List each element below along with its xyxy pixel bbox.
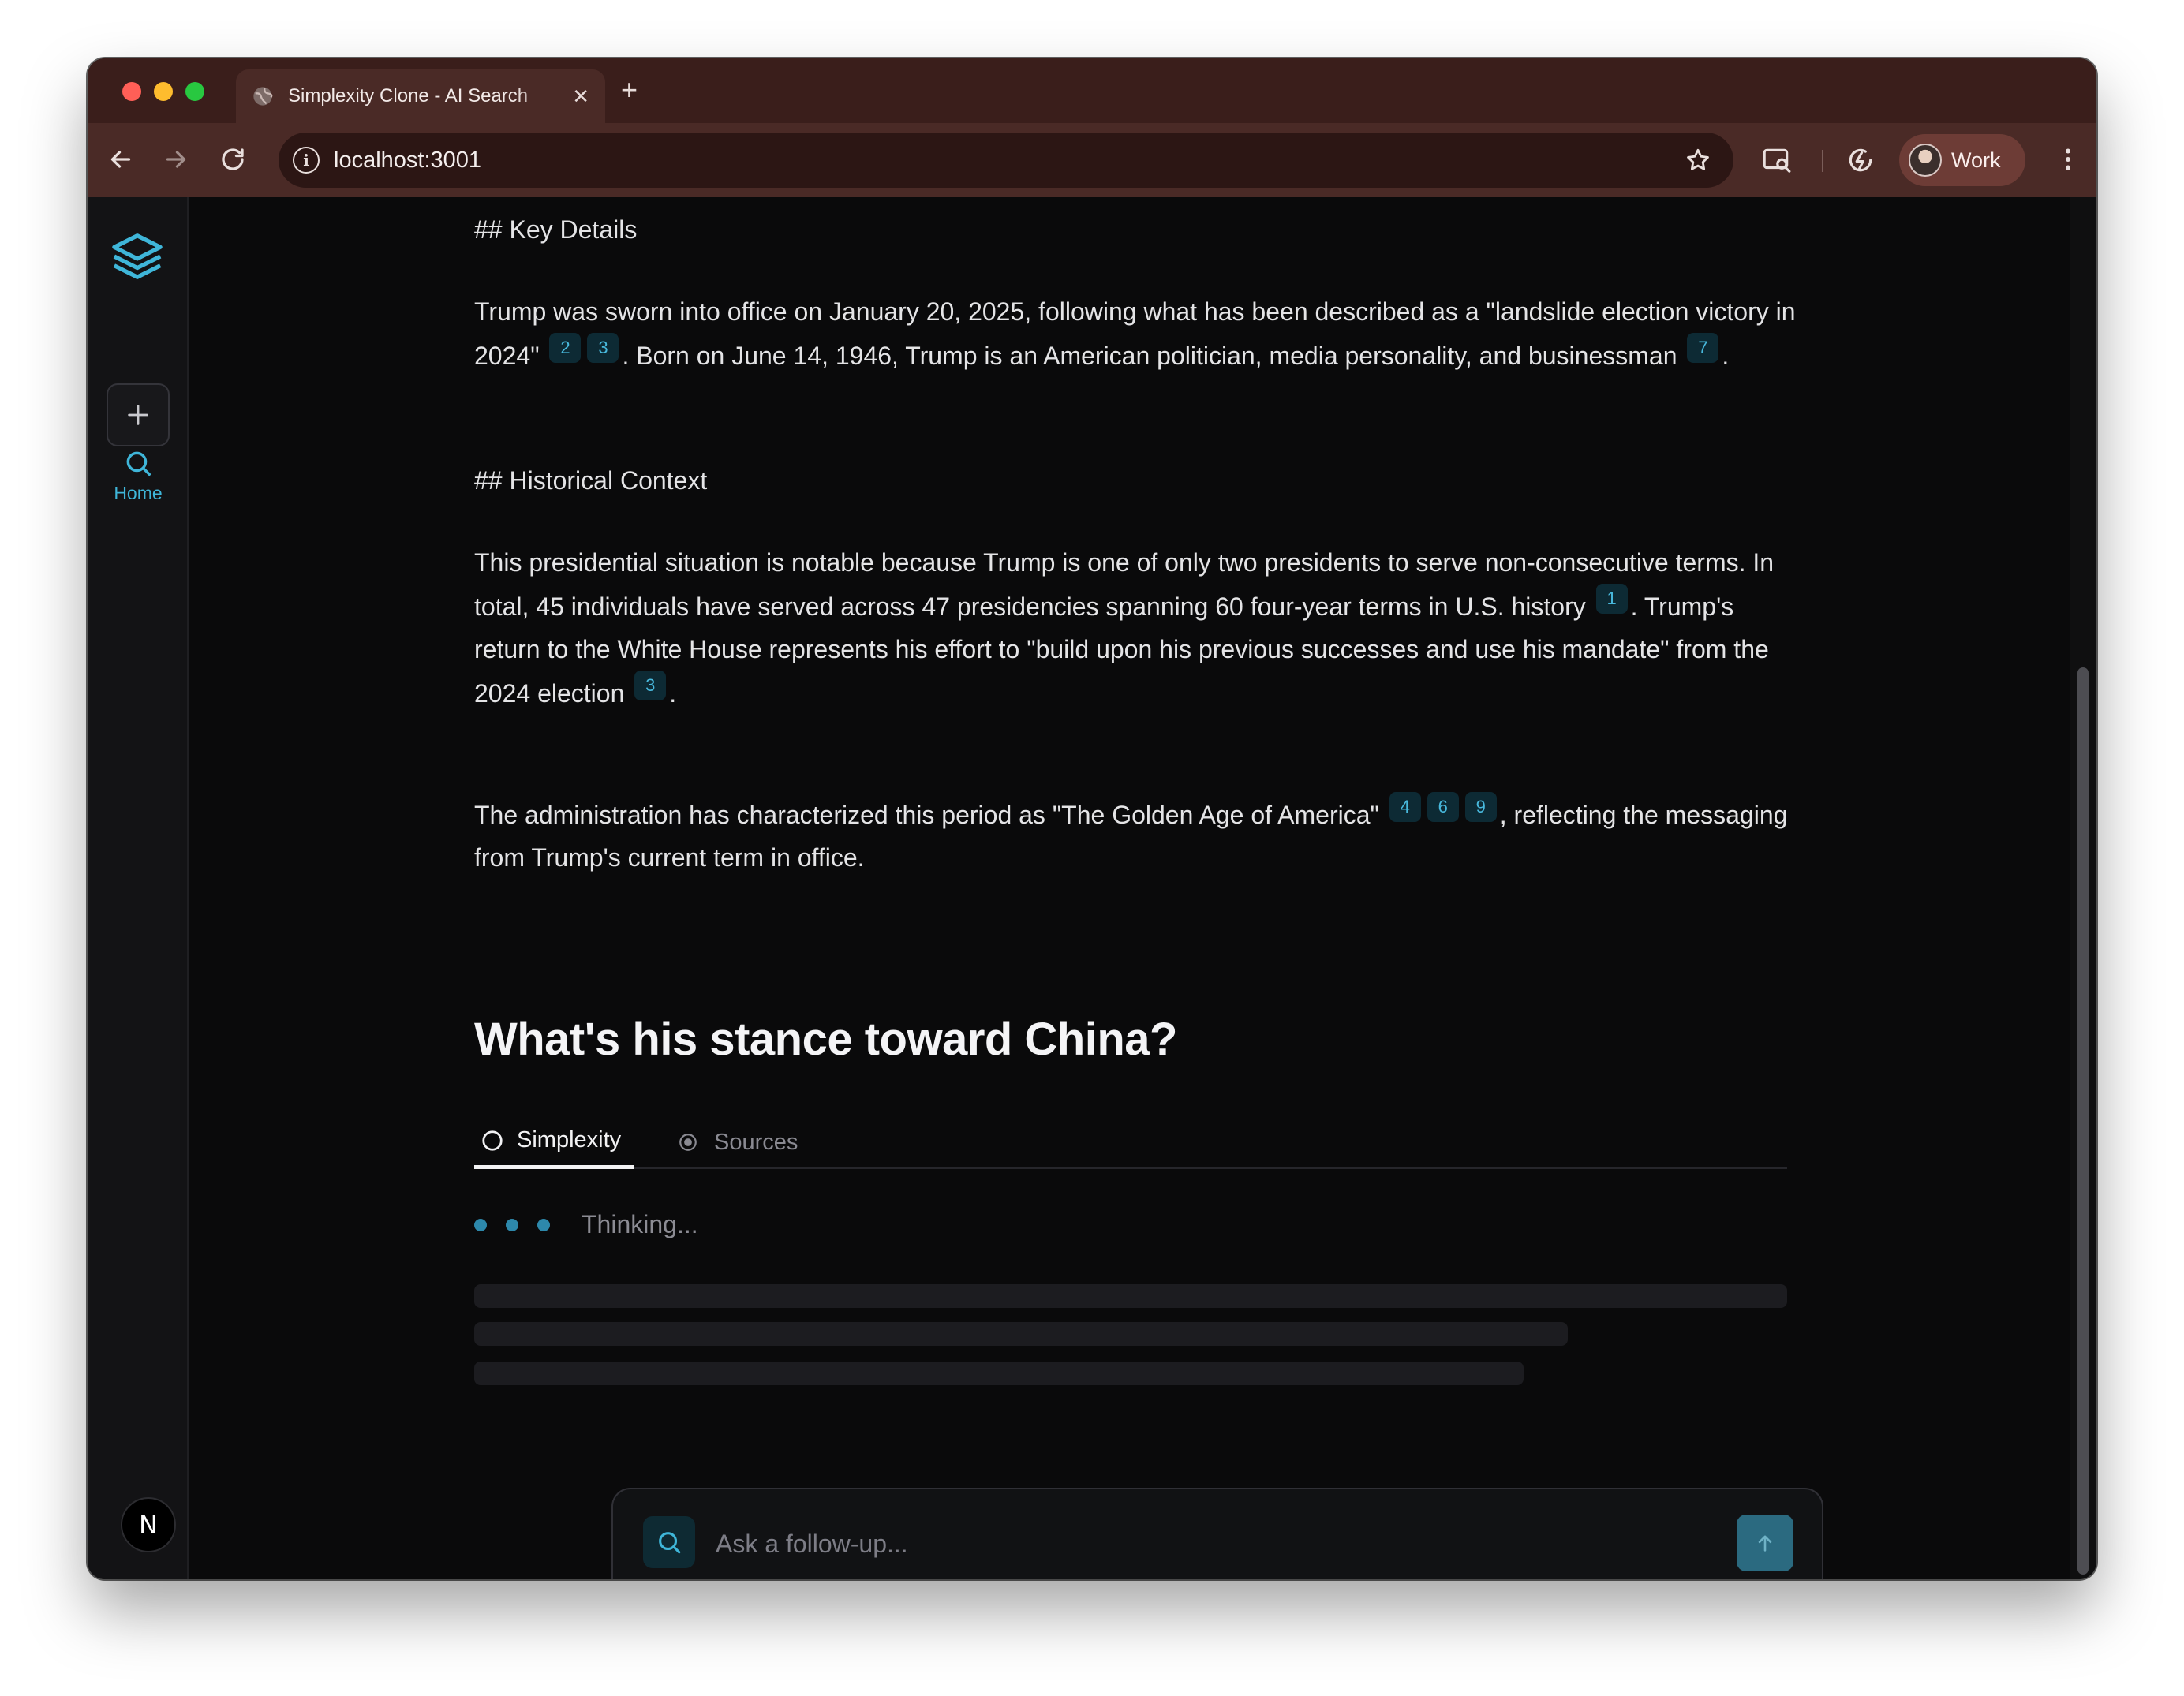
tab-sources[interactable]: Sources	[678, 1115, 798, 1169]
close-tab-icon[interactable]: ✕	[572, 86, 589, 106]
back-arrow-icon[interactable]	[107, 145, 135, 174]
loading-dot	[474, 1218, 487, 1231]
paragraph-text: .	[669, 679, 677, 708]
followup-search-bar	[611, 1488, 1823, 1579]
plus-icon	[128, 405, 148, 425]
circle-icon	[482, 1130, 503, 1151]
paragraph-text: .	[1722, 342, 1730, 370]
tab-title: Simplexity Clone - AI Search	[288, 85, 529, 106]
search-icon-box	[643, 1516, 695, 1568]
minimize-window-button[interactable]	[154, 82, 173, 101]
new-thread-button[interactable]	[107, 383, 170, 446]
tab-simplexity[interactable]: Simplexity	[474, 1115, 634, 1169]
citation-badge[interactable]: 4	[1389, 792, 1421, 822]
followup-input[interactable]	[716, 1519, 1702, 1568]
url-text[interactable]: localhost:3001	[334, 148, 481, 174]
citation-badge[interactable]: 9	[1464, 792, 1497, 822]
bookmark-star-icon[interactable]	[1685, 147, 1711, 174]
skeleton-line	[474, 1362, 1524, 1385]
more-menu-icon[interactable]	[2054, 145, 2082, 174]
profile-button[interactable]: Work	[1899, 134, 2025, 186]
app-sidebar: Home N	[88, 197, 189, 1579]
section-heading-historical-context: ## Historical Context	[474, 466, 708, 495]
browser-window: Simplexity Clone - AI Search ✕ + i local…	[88, 58, 2096, 1579]
thinking-indicator: Thinking...	[474, 1210, 698, 1239]
site-info-icon[interactable]: i	[293, 147, 320, 174]
citation-badge[interactable]: 2	[549, 333, 582, 363]
main-content: ## Key Details Trump was sworn into offi…	[474, 197, 1800, 1579]
maximize-window-button[interactable]	[185, 82, 204, 101]
browser-tab-active[interactable]: Simplexity Clone - AI Search ✕	[236, 69, 605, 123]
close-window-button[interactable]	[122, 82, 141, 101]
send-button[interactable]	[1737, 1515, 1793, 1571]
paragraph-text: . Born on June 14, 1946, Trump is an Ame…	[622, 342, 1677, 370]
address-bar[interactable]: i localhost:3001	[279, 133, 1733, 188]
answer-tabs: Simplexity Sources	[474, 1115, 1787, 1169]
new-tab-button[interactable]: +	[621, 76, 638, 104]
paragraph-text: This presidential situation is notable b…	[474, 548, 1774, 621]
tab-label: Simplexity	[517, 1127, 622, 1152]
tab-search-icon[interactable]	[1762, 145, 1792, 175]
profile-name: Work	[1951, 148, 2001, 172]
answer-paragraph-1: Trump was sworn into office on January 2…	[474, 290, 1800, 377]
browser-titlebar: Simplexity Clone - AI Search ✕ +	[88, 58, 2096, 123]
citation-badge[interactable]: 3	[634, 671, 667, 700]
arrow-up-icon	[1758, 1535, 1772, 1552]
search-icon	[659, 1532, 681, 1554]
forward-arrow-icon[interactable]	[162, 145, 190, 174]
answer-paragraph-3: The administration has characterized thi…	[474, 792, 1800, 879]
layers-logo-icon[interactable]	[110, 229, 165, 284]
performance-icon[interactable]	[1846, 145, 1875, 175]
radio-target-icon	[679, 1134, 697, 1151]
page-scrollbar-thumb[interactable]	[2077, 667, 2089, 1575]
citation-badge[interactable]: 7	[1687, 333, 1719, 363]
section-heading-key-details: ## Key Details	[474, 215, 638, 244]
sidebar-item-home[interactable]: Home	[88, 448, 189, 527]
reload-icon[interactable]	[219, 145, 247, 174]
citation-badge[interactable]: 3	[587, 333, 619, 363]
loading-dot	[506, 1218, 518, 1231]
answer-paragraph-2: This presidential situation is notable b…	[474, 541, 1800, 715]
citation-badge[interactable]: 6	[1427, 792, 1459, 822]
browser-toolbar: i localhost:3001 Work	[88, 123, 2096, 197]
user-avatar[interactable]: N	[121, 1497, 176, 1552]
toolbar-divider	[1822, 150, 1823, 172]
tab-label: Sources	[714, 1129, 798, 1155]
followup-question-title: What's his stance toward China?	[474, 1014, 1177, 1065]
loading-dot	[537, 1218, 550, 1231]
thinking-status: Thinking...	[582, 1210, 698, 1238]
profile-avatar	[1909, 144, 1942, 177]
paragraph-text: The administration has characterized thi…	[474, 801, 1379, 829]
citation-badge[interactable]: 1	[1595, 584, 1628, 614]
skeleton-line	[474, 1322, 1568, 1346]
globe-icon	[253, 87, 273, 106]
sidebar-item-label: Home	[114, 483, 163, 503]
skeleton-line	[474, 1284, 1787, 1308]
search-icon	[126, 451, 151, 476]
